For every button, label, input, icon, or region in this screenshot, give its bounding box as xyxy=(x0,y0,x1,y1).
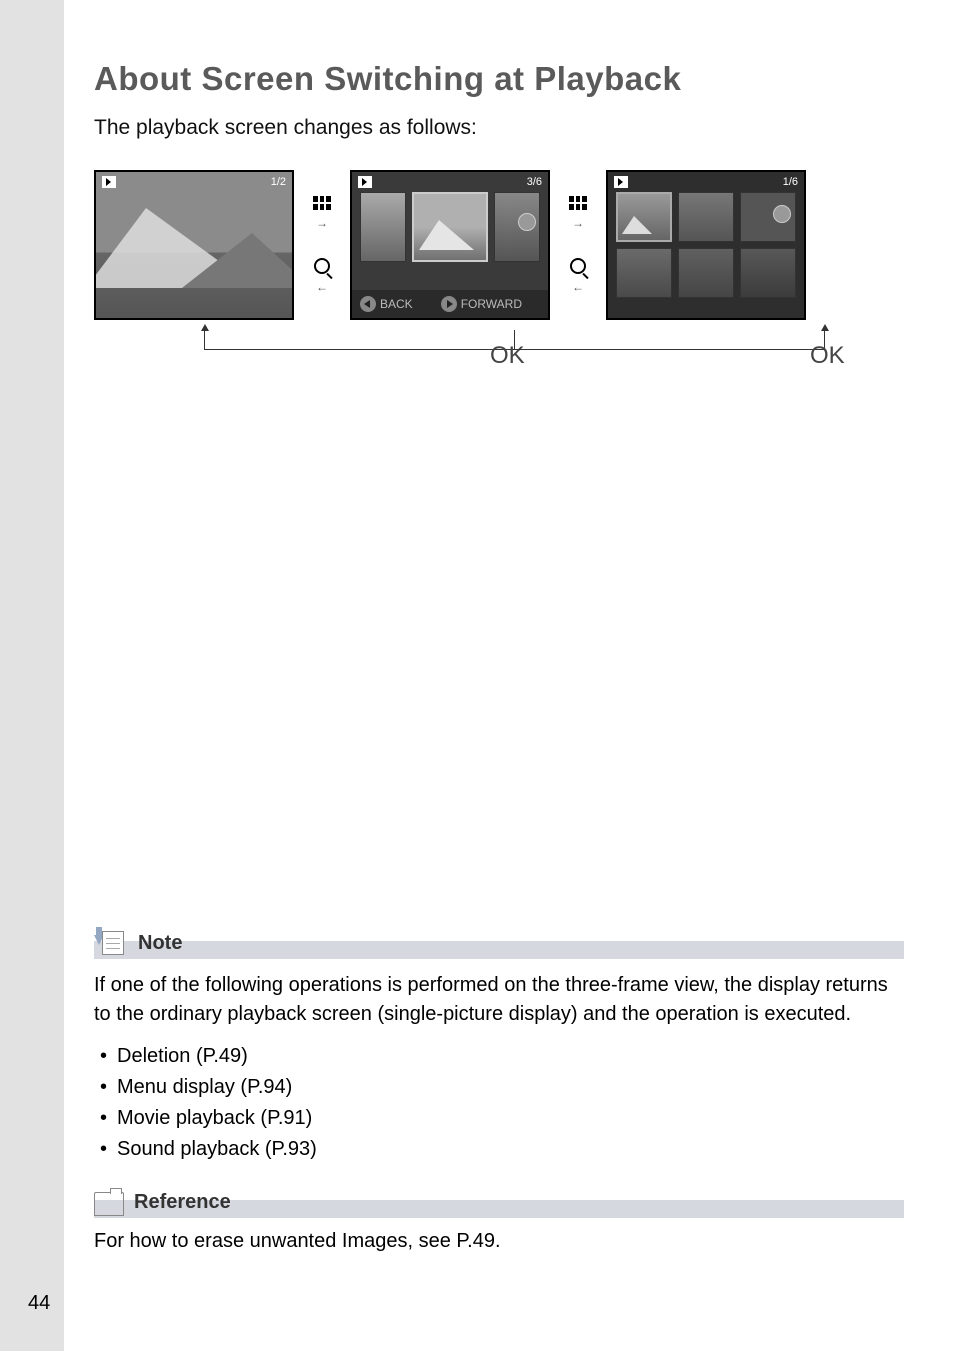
play-mode-icon xyxy=(358,176,374,191)
magnify-icon xyxy=(314,258,330,274)
frame-counter: 1/6 xyxy=(783,176,798,191)
page-number: 44 xyxy=(28,1292,50,1315)
intro-text: The playback screen changes as follows: xyxy=(94,116,904,140)
reference-icon xyxy=(94,1192,124,1216)
thumbnail-icon xyxy=(569,196,587,210)
page-left-margin xyxy=(0,0,64,1351)
thumb-prev xyxy=(360,192,406,262)
forward-label: FORWARD xyxy=(461,297,522,311)
screen-three-frame: 3/6 BACK FORWARD xyxy=(350,170,550,320)
screen-single-playback: 1/2 xyxy=(94,170,294,320)
back-label: BACK xyxy=(380,297,413,311)
thumbnail-icon xyxy=(313,196,331,210)
bracket-line xyxy=(514,330,824,350)
thumb-next xyxy=(494,192,540,262)
reference-heading-label: Reference xyxy=(130,1189,235,1216)
magnify-icon xyxy=(570,258,586,274)
ok-label: OK xyxy=(810,342,845,370)
reference-heading: Reference xyxy=(94,1189,904,1220)
frame-counter: 1/2 xyxy=(271,176,286,191)
list-item: Movie playback (P.91) xyxy=(100,1103,904,1134)
note-text: If one of the following operations is pe… xyxy=(94,971,904,1029)
arrow-left-icon: ← xyxy=(316,280,328,294)
reference-text: For how to erase unwanted Images, see P.… xyxy=(94,1230,904,1253)
zoom-controls: → ← xyxy=(564,170,592,320)
grid-thumb xyxy=(678,248,734,298)
list-item: Menu display (P.94) xyxy=(100,1072,904,1103)
grid-thumb-selected xyxy=(616,192,672,242)
back-arrow-icon xyxy=(360,296,376,312)
list-item: Sound playback (P.93) xyxy=(100,1134,904,1165)
page-content: About Screen Switching at Playback The p… xyxy=(64,0,954,1351)
grid-thumb xyxy=(740,248,796,298)
thumb-current xyxy=(412,192,487,262)
frame-counter: 3/6 xyxy=(527,176,542,191)
zoom-controls: → ← xyxy=(308,170,336,320)
arrow-right-icon: → xyxy=(572,216,584,230)
arrow-right-icon: → xyxy=(316,216,328,230)
forward-arrow-icon xyxy=(441,296,457,312)
grid-thumb xyxy=(740,192,796,242)
playback-diagram: 1/2 → ← 3/6 xyxy=(94,170,904,400)
arrow-left-icon: ← xyxy=(572,280,584,294)
play-mode-icon xyxy=(614,176,630,191)
list-item: Deletion (P.49) xyxy=(100,1041,904,1072)
nav-bar: BACK FORWARD xyxy=(352,290,548,318)
note-icon xyxy=(94,931,128,957)
note-heading: Note xyxy=(94,930,904,961)
bracket-line xyxy=(204,330,514,350)
play-mode-icon xyxy=(102,176,118,191)
note-bullet-list: Deletion (P.49) Menu display (P.94) Movi… xyxy=(100,1041,904,1165)
screen-grid: 1/6 xyxy=(606,170,806,320)
grid-thumb xyxy=(616,248,672,298)
note-heading-label: Note xyxy=(134,930,186,957)
grid-thumb xyxy=(678,192,734,242)
page-title: About Screen Switching at Playback xyxy=(94,60,904,98)
